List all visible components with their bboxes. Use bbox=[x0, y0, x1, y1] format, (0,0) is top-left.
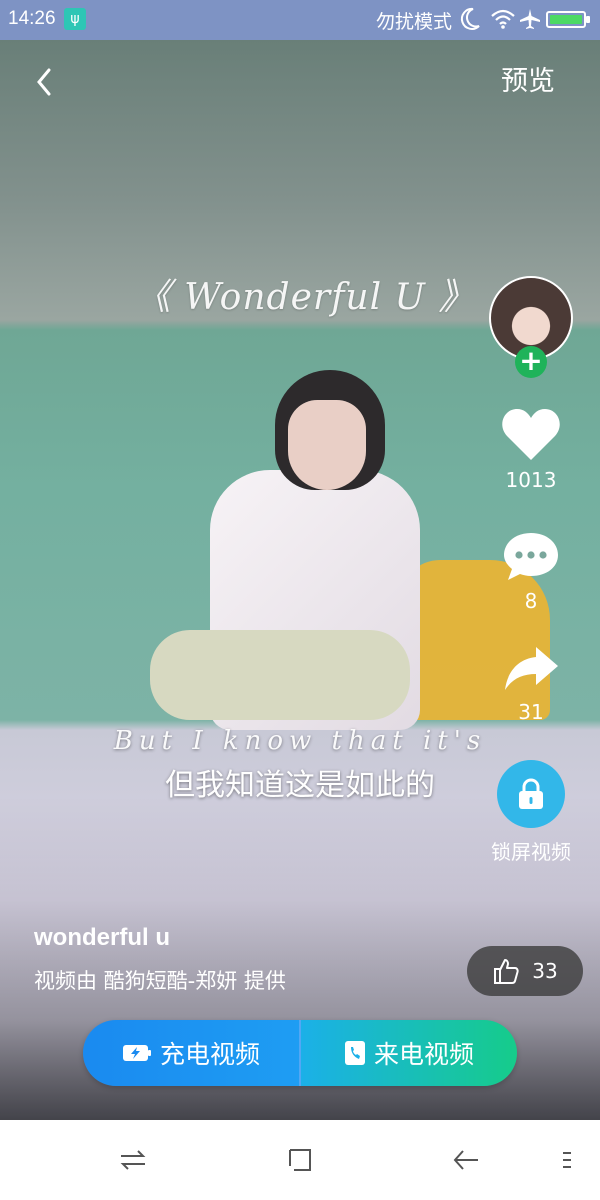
menu-button[interactable] bbox=[547, 1140, 587, 1180]
swap-arrows-icon bbox=[120, 1150, 146, 1170]
back-nav-button[interactable] bbox=[446, 1140, 486, 1180]
lock-screen-video-button[interactable]: 锁屏视频 bbox=[486, 760, 576, 865]
like-button[interactable]: 1013 bbox=[486, 406, 576, 492]
comment-button[interactable]: 8 bbox=[486, 529, 576, 613]
video-title: wonderful u bbox=[34, 924, 170, 951]
chevron-left-icon bbox=[37, 68, 51, 96]
phone-card-icon bbox=[344, 1041, 365, 1065]
square-icon bbox=[289, 1149, 311, 1171]
moon-icon bbox=[460, 7, 480, 30]
back-button[interactable] bbox=[22, 60, 66, 104]
video-song-title: 《 Wonderful U 》 bbox=[134, 277, 476, 318]
lock-icon bbox=[519, 778, 543, 809]
charge-video-button[interactable]: 充电视频 bbox=[83, 1020, 301, 1086]
system-nav-bar bbox=[0, 1120, 600, 1200]
thumbs-count: 33 bbox=[532, 959, 558, 983]
switch-apps-button[interactable] bbox=[113, 1140, 153, 1180]
share-arrow-icon bbox=[505, 647, 558, 690]
usb-icon: ψ bbox=[64, 8, 86, 30]
charge-video-label: 充电视频 bbox=[159, 1040, 260, 1069]
subtitle-chinese: 但我知道这是如此的 bbox=[165, 768, 435, 803]
airplane-icon bbox=[520, 9, 540, 29]
like-count: 1013 bbox=[505, 468, 557, 492]
battery-charge-icon bbox=[122, 1045, 151, 1061]
status-time: 14:26 bbox=[8, 8, 56, 29]
comment-icon bbox=[504, 533, 558, 580]
video-person bbox=[150, 370, 430, 730]
heart-icon bbox=[502, 409, 560, 460]
share-button[interactable]: 31 bbox=[486, 644, 576, 724]
lock-screen-label: 锁屏视频 bbox=[491, 840, 571, 864]
dnd-label: 勿扰模式 bbox=[376, 11, 453, 33]
incoming-call-video-label: 来电视频 bbox=[373, 1040, 474, 1069]
share-count: 31 bbox=[518, 700, 544, 724]
back-arrow-icon bbox=[453, 1150, 478, 1170]
video-provider: 视频由 酷狗短酷-郑妍 提供 bbox=[34, 969, 286, 993]
wifi-icon bbox=[491, 9, 515, 29]
home-button[interactable] bbox=[280, 1140, 320, 1180]
follow-button[interactable]: + bbox=[515, 346, 547, 378]
menu-dots-icon bbox=[563, 1152, 571, 1168]
thumbs-up-button[interactable]: 33 bbox=[467, 946, 583, 996]
status-bar: 14:26 ψ 勿扰模式 bbox=[0, 0, 600, 40]
subtitle-english: But I know that it's bbox=[113, 726, 487, 756]
action-pill: 充电视频 来电视频 bbox=[83, 1020, 517, 1086]
comment-count: 8 bbox=[524, 589, 538, 613]
preview-button[interactable]: 预览 bbox=[488, 62, 568, 102]
incoming-call-video-button[interactable]: 来电视频 bbox=[301, 1020, 517, 1086]
thumbs-up-icon bbox=[494, 959, 519, 984]
battery-icon bbox=[546, 11, 590, 28]
